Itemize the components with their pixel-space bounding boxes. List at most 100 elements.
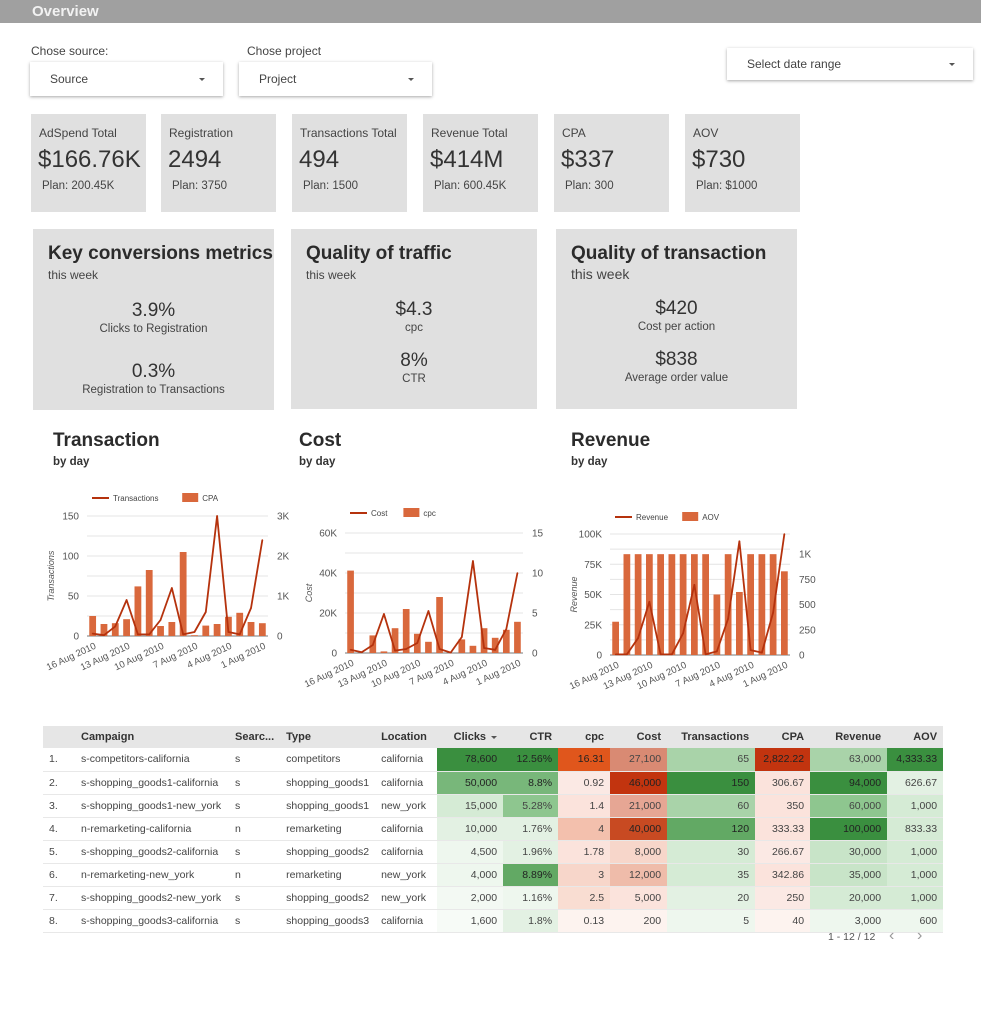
bar-aov: [781, 571, 788, 655]
y-tick-label: 20K: [319, 609, 337, 620]
chart-title: Cost: [299, 430, 342, 451]
y2-tick-label: 1K: [799, 550, 812, 561]
cell-cpc: 1.78: [558, 840, 611, 864]
line-point: [483, 647, 485, 649]
transaction-chart-header: Transaction by day: [53, 430, 160, 468]
line-point: [761, 651, 763, 654]
cell-search: s: [229, 840, 281, 864]
cell-ctr: 1.8%: [503, 909, 559, 933]
transaction-chart: Transactions CPA 0 50 100 150 0 1K 2K 3K Transacti…: [35, 488, 295, 693]
cell-search: s: [229, 771, 281, 795]
line-point: [505, 628, 508, 630]
table-row[interactable]: 6. n-remarketing-new_york n remarketing new_…: [43, 863, 944, 887]
cell-campaign: s-competitors-california: [75, 748, 229, 772]
box-title: Quality of traffic: [306, 243, 452, 264]
metric-clicks-to-registration: 3.9% Clicks to Registration: [33, 300, 274, 336]
legend-label: Cost: [371, 509, 388, 518]
col-type[interactable]: Type: [280, 726, 376, 748]
bar-cpc: [380, 651, 388, 653]
cell-cpa: 250: [755, 886, 811, 910]
col-campaign[interactable]: Campaign: [75, 726, 229, 748]
chevron-down-icon: [199, 78, 205, 81]
line-point: [416, 642, 419, 644]
chevron-down-icon: [949, 63, 955, 66]
col-clicks[interactable]: Clicks: [437, 726, 504, 748]
metric-label: Average order value: [624, 372, 729, 384]
table-row[interactable]: 3. s-shopping_goods1-new_york s shopping_go…: [43, 794, 944, 818]
col-cpc[interactable]: cpc: [558, 726, 611, 748]
y2-tick-label: 250: [799, 625, 816, 636]
y-tick-label: 0: [596, 651, 602, 662]
col-search[interactable]: Searc...: [229, 726, 281, 748]
date-range-dropdown[interactable]: Select date range: [727, 48, 973, 80]
cell-revenue: 63,000: [810, 748, 888, 772]
cell-cpc: 0.13: [558, 909, 611, 933]
cell-revenue: 94,000: [810, 771, 888, 795]
metric-label: Registration to Transactions: [82, 384, 225, 396]
table-row[interactable]: 7. s-shopping_goods2-new_york s shopping_go…: [43, 886, 944, 910]
metric-value: $838: [655, 349, 698, 370]
y-tick-label: 0: [73, 632, 79, 643]
table-row[interactable]: 4. n-remarketing-california n remarketing ca…: [43, 817, 944, 841]
table-row[interactable]: 2. s-shopping_goods1-california s shopping_…: [43, 771, 944, 795]
line-point: [125, 599, 128, 601]
table-row[interactable]: 5. s-shopping_goods2-california s shopping_…: [43, 840, 944, 864]
chart-subtitle: by day: [299, 456, 336, 468]
cell-cpa: 2,822.22: [755, 748, 811, 772]
prev-page-button[interactable]: ‹: [889, 927, 894, 945]
table-row[interactable]: 1. s-competitors-california s competitors ca…: [43, 748, 944, 772]
kpi-card-transactions: Transactions Total 494 Plan: 1500: [292, 114, 407, 212]
metric-label: cpc: [405, 322, 423, 334]
cell-cost: 40,000: [610, 817, 668, 841]
cell-search: n: [229, 863, 281, 887]
cell-revenue: 30,000: [810, 840, 888, 864]
cell-campaign: s-shopping_goods3-california: [75, 909, 229, 933]
cell-search: s: [229, 794, 281, 818]
line-point: [449, 651, 452, 654]
next-page-button[interactable]: ›: [917, 927, 922, 945]
date-range-value: Select date range: [747, 57, 842, 71]
line-point: [159, 619, 162, 621]
bar-cpa: [247, 622, 255, 636]
col-location[interactable]: Location: [375, 726, 438, 748]
col-cpa[interactable]: CPA: [755, 726, 811, 748]
project-dropdown[interactable]: Project: [239, 62, 432, 96]
chart-legend: Revenue AOV: [615, 512, 720, 522]
table-row[interactable]: 8. s-shopping_goods3-california s shopping_…: [43, 909, 944, 933]
metric-registration-to-transactions: 0.3% Registration to Transactions: [33, 361, 274, 397]
line-point: [438, 648, 441, 650]
col-aov[interactable]: AOV: [887, 726, 944, 748]
cell-ctr: 1.76%: [503, 817, 559, 841]
cell-aov: 1,000: [887, 886, 944, 910]
kpi-value: 2494: [168, 146, 222, 173]
line-point: [227, 631, 230, 633]
line-point: [738, 540, 741, 543]
box-subtitle: this week: [571, 266, 630, 282]
line-point: [671, 653, 673, 656]
cell-cpc: 16.31: [558, 748, 611, 772]
cell-search: s: [229, 886, 281, 910]
box-subtitle: this week: [48, 268, 99, 282]
col-ctr[interactable]: CTR: [503, 726, 559, 748]
metric-label: Clicks to Registration: [99, 323, 208, 335]
col-revenue[interactable]: Revenue: [810, 726, 888, 748]
cell-aov: 833.33: [887, 817, 944, 841]
source-dropdown[interactable]: Source: [30, 62, 223, 96]
line-point: [614, 653, 617, 656]
bar-aov: [747, 554, 754, 655]
line-point: [637, 637, 639, 639]
cell-cost: 5,000: [610, 886, 668, 910]
cell-ctr: 1.96%: [503, 840, 559, 864]
kpi-label: AdSpend Total: [39, 126, 117, 140]
y2-tick-label: 1K: [277, 592, 290, 603]
col-cost[interactable]: Cost: [610, 726, 668, 748]
kpi-value: $730: [692, 146, 746, 173]
metric-value: 0.3%: [131, 361, 176, 382]
cell-cpc: 1.4: [558, 794, 611, 818]
line-point: [182, 633, 184, 636]
col-transactions[interactable]: Transactions: [667, 726, 756, 748]
revenue-chart: Revenue AOV 0 25K 50K 75K 100K 0 250 500 750 1K Reve…: [560, 507, 820, 712]
y-tick-label: 150: [62, 512, 79, 523]
cell-transactions: 30: [667, 840, 756, 864]
cell-revenue: 3,000: [810, 909, 888, 933]
